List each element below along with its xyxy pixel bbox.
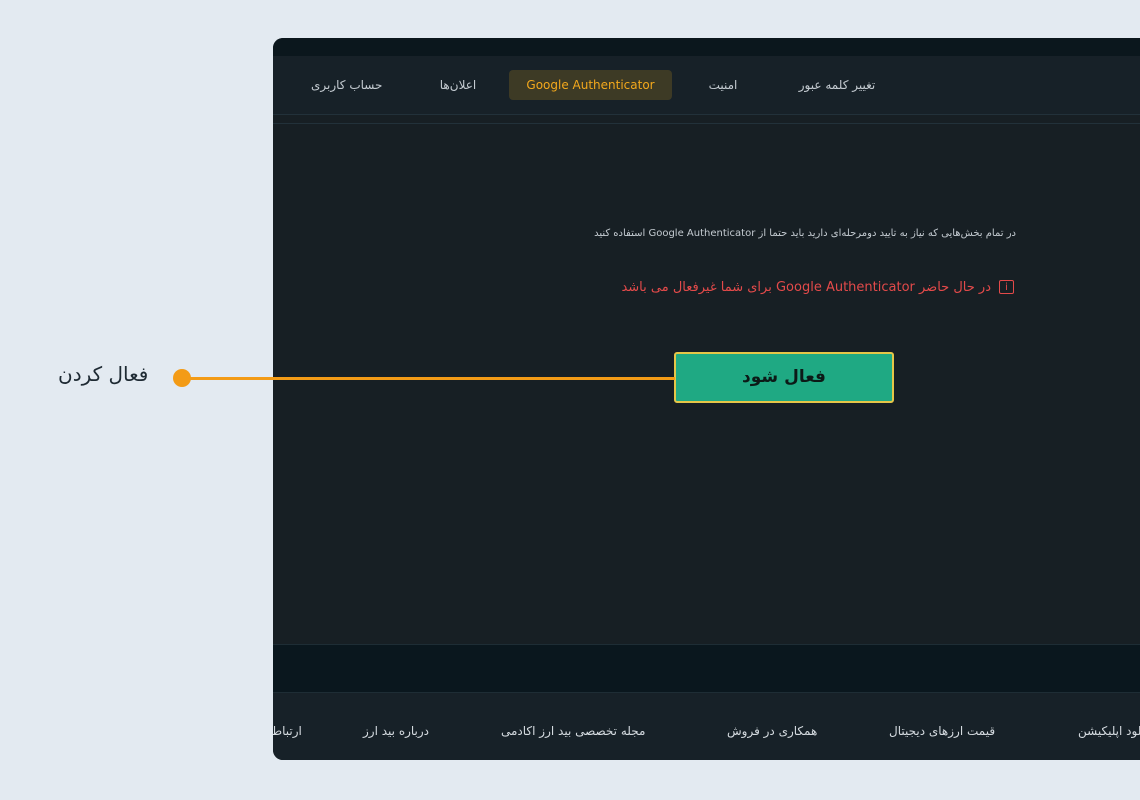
settings-tabs: حساب کاربری اعلان‌ها Google Authenticato… [273,56,1140,115]
callout-dot [173,369,191,387]
tab-change-password[interactable]: تغییر کلمه عبور [797,70,877,100]
tab-google-authenticator[interactable]: Google Authenticator [509,70,672,100]
footer-link-contact[interactable]: ارتباط [273,724,302,738]
status-warning: i در حال حاضر Google Authenticator برای … [621,277,1014,297]
callout-line [182,377,675,380]
footer-link-app[interactable]: دانلود اپلیکیشن [1078,724,1140,738]
tab-account[interactable]: حساب کاربری [311,70,382,100]
footer-band [273,644,1140,693]
divider [273,123,1140,124]
app-window: حساب کاربری اعلان‌ها Google Authenticato… [273,38,1140,760]
footer-link-about[interactable]: درباره بید ارز [363,724,429,738]
tab-security[interactable]: امنیت [701,70,745,100]
callout-label: فعال کردن [58,362,149,386]
footer-link-prices[interactable]: قیمت ارزهای دیجیتال [889,724,995,738]
two-factor-description: در تمام بخش‌هایی که نیاز به تایید دومرحل… [594,228,1016,239]
warning-text: در حال حاضر Google Authenticator برای شم… [621,279,991,295]
top-bar [273,38,1140,56]
tab-notifications[interactable]: اعلان‌ها [433,70,483,100]
activate-button[interactable]: فعال شود [674,352,894,403]
footer: ارتباط درباره بید ارز مجله تخصصی بید ارز… [273,693,1140,760]
footer-link-magazine[interactable]: مجله تخصصی بید ارز اکادمی [501,724,645,738]
info-icon: i [999,280,1014,294]
footer-link-affiliate[interactable]: همکاری در فروش [727,724,817,738]
